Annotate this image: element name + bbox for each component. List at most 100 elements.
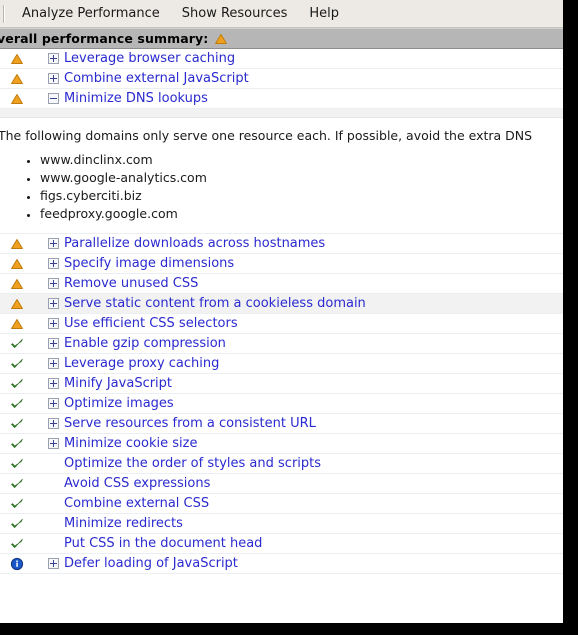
rule-status-cell (10, 317, 48, 331)
rule-label-link[interactable]: Minimize DNS lookups (64, 92, 208, 105)
rule-label-link[interactable]: Serve static content from a cookieless d… (64, 297, 366, 310)
warning-icon (10, 297, 24, 311)
warning-icon (10, 237, 24, 251)
expand-icon[interactable] (48, 73, 59, 84)
rule-status-cell (10, 297, 48, 311)
check-icon (10, 457, 24, 471)
overall-summary-header: verall performance summary: (0, 28, 563, 49)
check-icon (10, 497, 24, 511)
warning-icon (214, 32, 228, 46)
expand-icon[interactable] (48, 258, 59, 269)
rule-row[interactable]: Serve resources from a consistent URL (0, 414, 563, 434)
rule-row[interactable]: Combine external JavaScript (0, 69, 563, 89)
rule-row[interactable]: Minify JavaScript (0, 374, 563, 394)
rule-label-link[interactable]: Minimize redirects (64, 517, 183, 530)
list-item: figs.cyberciti.biz (40, 187, 563, 205)
menu-show-resources[interactable]: Show Resources (173, 3, 297, 24)
rule-label-link[interactable]: Serve resources from a consistent URL (64, 417, 316, 430)
expand-icon[interactable] (48, 278, 59, 289)
detail-description: The following domains only serve one res… (0, 128, 533, 143)
check-icon (10, 397, 24, 411)
rule-row[interactable]: Leverage proxy caching (0, 354, 563, 374)
rule-status-cell (10, 437, 48, 451)
expand-icon[interactable] (48, 238, 59, 249)
expand-icon[interactable] (48, 298, 59, 309)
rule-label-link[interactable]: Combine external CSS (64, 497, 209, 510)
rule-row[interactable]: Parallelize downloads across hostnames (0, 234, 563, 254)
rule-label-link[interactable]: Put CSS in the document head (64, 537, 262, 550)
rule-status-cell (10, 92, 48, 106)
rule-label-link[interactable]: Minimize cookie size (64, 437, 197, 450)
rule-row[interactable]: Remove unused CSS (0, 274, 563, 294)
warning-icon (10, 52, 24, 66)
expand-icon[interactable] (48, 378, 59, 389)
clipped-right-edge (563, 0, 578, 635)
rule-label-link[interactable]: Enable gzip compression (64, 337, 226, 350)
expand-icon[interactable] (48, 418, 59, 429)
rule-label-link[interactable]: Optimize images (64, 397, 174, 410)
rule-row[interactable]: Serve static content from a cookieless d… (0, 294, 563, 314)
rule-label-link[interactable]: Remove unused CSS (64, 277, 198, 290)
rule-status-cell (10, 557, 48, 571)
rule-status-cell (10, 537, 48, 551)
check-icon (10, 537, 24, 551)
warning-icon (10, 317, 24, 331)
rule-status-cell (10, 397, 48, 411)
expand-icon[interactable] (48, 318, 59, 329)
rule-label-link[interactable]: Optimize the order of styles and scripts (64, 457, 321, 470)
toolbar-drag-grip[interactable] (3, 4, 5, 23)
rule-row[interactable]: Leverage browser caching (0, 49, 563, 69)
info-icon (10, 557, 24, 571)
expand-icon[interactable] (48, 338, 59, 349)
check-icon (10, 477, 24, 491)
rule-row[interactable]: Avoid CSS expressions (0, 474, 563, 494)
detail-domain-list: www.dinclinx.comwww.google-analytics.com… (0, 151, 563, 223)
detail-top-strip (0, 109, 563, 118)
rule-detail-panel: The following domains only serve one res… (0, 109, 563, 234)
list-item: www.google-analytics.com (40, 169, 563, 187)
check-icon (10, 377, 24, 391)
rule-label-link[interactable]: Use efficient CSS selectors (64, 317, 238, 330)
rule-label-link[interactable]: Minify JavaScript (64, 377, 172, 390)
expand-icon[interactable] (48, 358, 59, 369)
rule-status-cell (10, 417, 48, 431)
expand-icon[interactable] (48, 398, 59, 409)
rule-row[interactable]: Put CSS in the document head (0, 534, 563, 554)
warning-icon (10, 92, 24, 106)
rule-row[interactable]: Combine external CSS (0, 494, 563, 514)
rule-status-cell (10, 357, 48, 371)
warning-icon (10, 277, 24, 291)
expand-icon[interactable] (48, 438, 59, 449)
rule-row[interactable]: Optimize images (0, 394, 563, 414)
overall-summary-label: verall performance summary: (0, 31, 209, 46)
rule-row[interactable]: Defer loading of JavaScript (0, 554, 563, 574)
rule-row[interactable]: Enable gzip compression (0, 334, 563, 354)
menu-help[interactable]: Help (300, 3, 348, 24)
rule-label-link[interactable]: Combine external JavaScript (64, 72, 249, 85)
rule-row[interactable]: Optimize the order of styles and scripts (0, 454, 563, 474)
expand-icon[interactable] (48, 53, 59, 64)
rule-row[interactable]: Minimize redirects (0, 514, 563, 534)
rule-label-link[interactable]: Parallelize downloads across hostnames (64, 237, 325, 250)
rule-status-cell (10, 477, 48, 491)
rule-label-link[interactable]: Specify image dimensions (64, 257, 234, 270)
rule-status-cell (10, 517, 48, 531)
rule-status-cell (10, 337, 48, 351)
rule-label-link[interactable]: Avoid CSS expressions (64, 477, 210, 490)
check-icon (10, 417, 24, 431)
collapse-icon[interactable] (48, 93, 59, 104)
rule-label-link[interactable]: Leverage proxy caching (64, 357, 219, 370)
rule-row[interactable]: Minimize cookie size (0, 434, 563, 454)
rule-label-link[interactable]: Leverage browser caching (64, 52, 235, 65)
rule-row[interactable]: Minimize DNS lookups (0, 89, 563, 109)
clipped-bottom-edge (0, 623, 578, 635)
rule-row[interactable]: Specify image dimensions (0, 254, 563, 274)
rule-status-cell (10, 457, 48, 471)
rule-status-cell (10, 52, 48, 66)
rule-label-link[interactable]: Defer loading of JavaScript (64, 557, 238, 570)
rule-row[interactable]: Use efficient CSS selectors (0, 314, 563, 334)
check-icon (10, 437, 24, 451)
check-icon (10, 357, 24, 371)
expand-icon[interactable] (48, 558, 59, 569)
menu-analyze-performance[interactable]: Analyze Performance (13, 3, 169, 24)
